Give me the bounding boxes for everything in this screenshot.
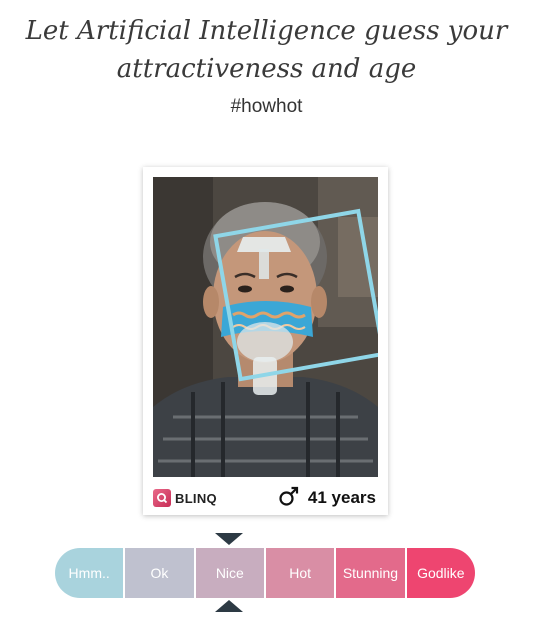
brand: BLINQ xyxy=(153,489,217,507)
scale-option-hmm[interactable]: Hmm.. xyxy=(55,548,126,598)
scale-option-hot[interactable]: Hot xyxy=(265,548,337,598)
age-result: 41 years xyxy=(278,485,376,511)
brand-name: BLINQ xyxy=(175,490,217,506)
uploaded-photo xyxy=(153,177,378,477)
male-symbol-icon xyxy=(278,485,300,511)
headline-line-2: attractiveness and age xyxy=(116,54,417,84)
page-headline: Let Artificial Intelligence guess your a… xyxy=(0,12,533,88)
blinq-logo-icon xyxy=(153,489,171,507)
age-label: 41 years xyxy=(307,488,376,507)
scale-option-nice[interactable]: Nice xyxy=(195,548,266,598)
scale-pointer-top xyxy=(215,533,243,545)
headline-line-1: Let Artificial Intelligence guess your xyxy=(25,16,508,46)
scale-option-ok[interactable]: Ok xyxy=(125,548,196,598)
scale-option-godlike[interactable]: Godlike xyxy=(406,548,475,598)
scale-option-stunning[interactable]: Stunning xyxy=(336,548,407,598)
photo-illustration xyxy=(153,177,378,477)
scale-pointer-bottom xyxy=(215,600,243,612)
hashtag: #howhot xyxy=(230,96,303,117)
card-footer: BLINQ 41 years xyxy=(153,486,376,510)
result-card: BLINQ 41 years xyxy=(143,167,388,515)
attractiveness-scale: Hmm.. Ok Nice Hot Stunning Godlike xyxy=(55,548,475,598)
